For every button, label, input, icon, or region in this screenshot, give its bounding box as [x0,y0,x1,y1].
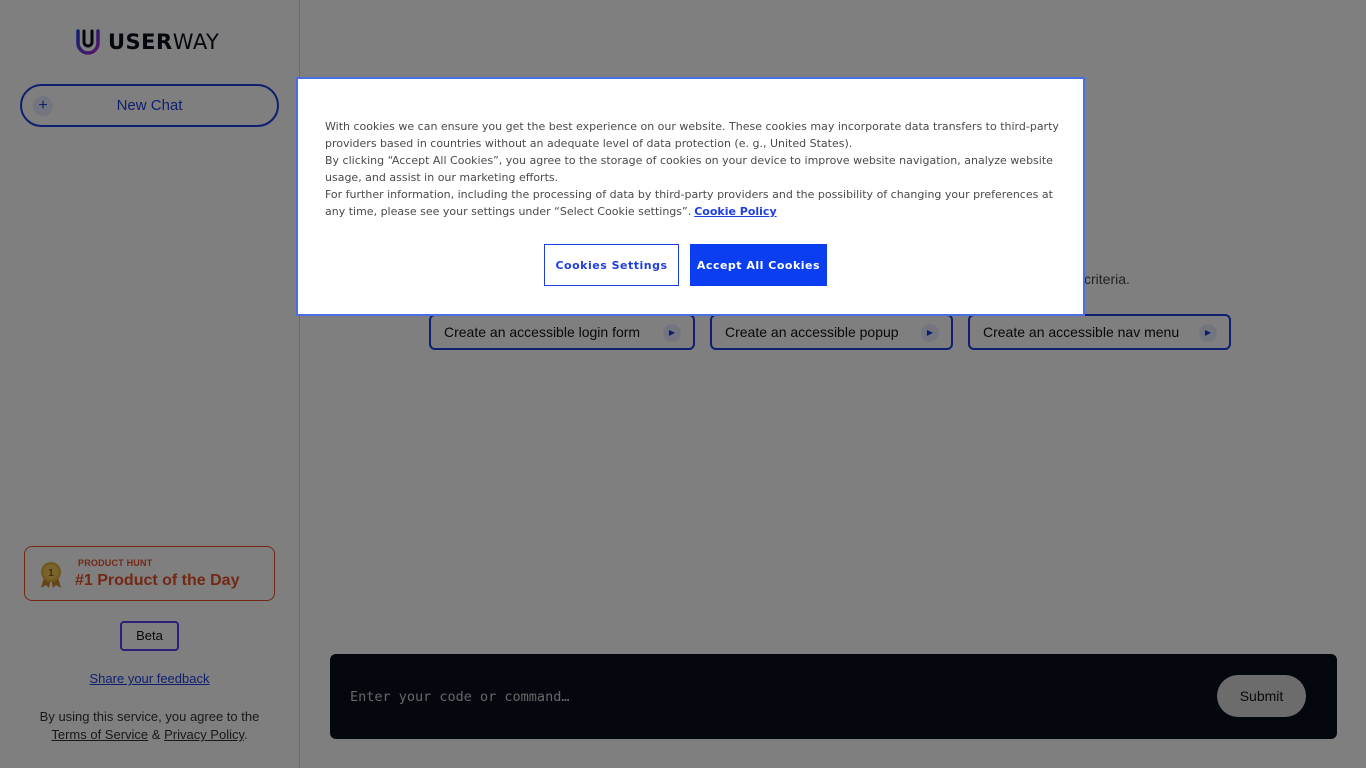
cookie-paragraph: For further information, including the p… [325,188,1053,218]
accept-all-cookies-button[interactable]: Accept All Cookies [690,244,827,286]
cookie-consent-dialog: With cookies we can ensure you get the b… [296,77,1085,316]
cookie-paragraph: By clicking “Accept All Cookies”, you ag… [325,154,1053,184]
cookie-paragraph-with-link: For further information, including the p… [325,186,1060,220]
cookie-consent-text: With cookies we can ensure you get the b… [325,118,1060,220]
cookies-settings-button[interactable]: Cookies Settings [544,244,679,286]
cookie-paragraph: With cookies we can ensure you get the b… [325,120,1059,150]
cookie-policy-link[interactable]: Cookie Policy [694,205,776,218]
